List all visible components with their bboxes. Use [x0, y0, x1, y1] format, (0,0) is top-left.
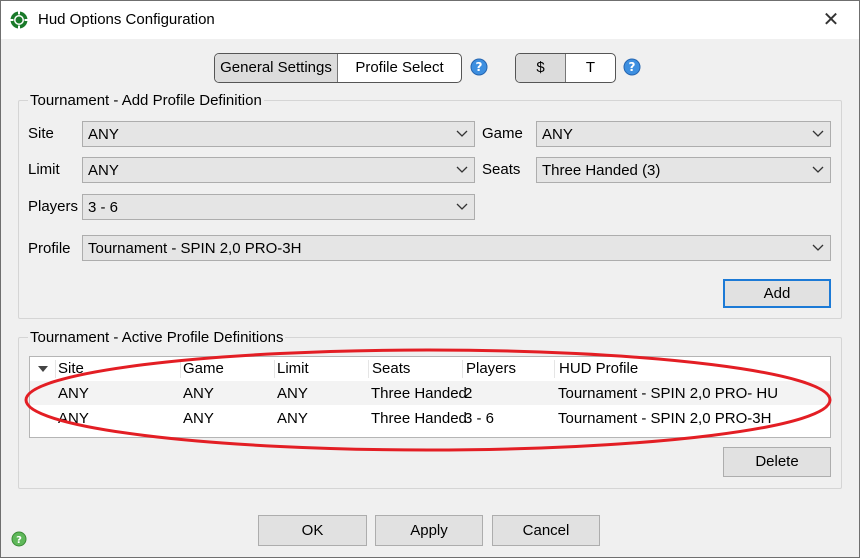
table-row[interactable]: ANY ANY ANY Three Handed 3 - 6 Tournamen…	[30, 406, 830, 430]
cell-limit: ANY	[277, 385, 308, 402]
cell-seats: Three Handed	[371, 410, 467, 427]
chevron-down-icon	[456, 130, 468, 137]
column-header-players[interactable]: Players	[466, 360, 516, 377]
poker-chip-icon	[10, 11, 28, 29]
toggle-t[interactable]: T	[566, 54, 615, 82]
ok-button[interactable]: OK	[258, 515, 367, 546]
column-divider	[368, 360, 369, 378]
chevron-down-icon	[456, 166, 468, 173]
toggle-dollar[interactable]: $	[516, 54, 566, 82]
add-button[interactable]: Add	[723, 279, 831, 308]
column-divider	[462, 360, 463, 378]
chevron-down-icon	[812, 244, 824, 251]
cell-seats: Three Handed	[371, 385, 467, 402]
cancel-button[interactable]: Cancel	[492, 515, 600, 546]
active-profile-group-title: Tournament - Active Profile Definitions	[28, 329, 286, 346]
tab-profile-select[interactable]: Profile Select	[338, 54, 461, 82]
game-select-value: ANY	[542, 126, 573, 143]
apply-button[interactable]: Apply	[375, 515, 483, 546]
currency-toggle: $ T	[515, 53, 616, 83]
close-icon[interactable]: ✕	[811, 5, 851, 35]
profile-select-value: Tournament - SPIN 2,0 PRO-3H	[88, 240, 302, 257]
players-label: Players	[28, 198, 79, 215]
table-row[interactable]: ANY ANY ANY Three Handed 2 Tournament - …	[30, 381, 830, 405]
delete-button[interactable]: Delete	[723, 447, 831, 477]
column-divider	[274, 360, 275, 378]
cell-game: ANY	[183, 385, 214, 402]
cell-limit: ANY	[277, 410, 308, 427]
column-divider	[554, 360, 555, 378]
chevron-down-icon	[456, 203, 468, 210]
profile-select[interactable]: Tournament - SPIN 2,0 PRO-3H	[82, 235, 831, 261]
help-icon[interactable]: ?	[623, 58, 641, 76]
cell-players: 3 - 6	[464, 410, 495, 427]
cell-site: ANY	[58, 410, 89, 427]
settings-tabs: General Settings Profile Select	[214, 53, 462, 83]
profile-label: Profile	[28, 240, 71, 257]
column-header-site[interactable]: Site	[58, 360, 84, 377]
active-profile-table: Site Game Limit Seats Players HUD Profil…	[29, 356, 831, 438]
column-header-limit[interactable]: Limit	[277, 360, 309, 377]
title-bar: Hud Options Configuration ✕	[1, 1, 859, 39]
game-select[interactable]: ANY	[536, 121, 831, 147]
column-header-hud-profile[interactable]: HUD Profile	[559, 360, 638, 377]
limit-select[interactable]: ANY	[82, 157, 475, 183]
site-select-value: ANY	[88, 126, 119, 143]
limit-select-value: ANY	[88, 162, 119, 179]
site-label: Site	[28, 125, 54, 142]
chevron-down-icon	[812, 166, 824, 173]
column-header-game[interactable]: Game	[183, 360, 224, 377]
cell-game: ANY	[183, 410, 214, 427]
column-header-seats[interactable]: Seats	[372, 360, 410, 377]
players-select[interactable]: 3 - 6	[82, 194, 475, 220]
column-divider	[55, 360, 56, 378]
column-divider	[180, 360, 181, 378]
table-header: Site Game Limit Seats Players HUD Profil…	[30, 357, 830, 382]
window-title: Hud Options Configuration	[38, 11, 215, 28]
seats-label: Seats	[482, 161, 521, 178]
help-icon[interactable]: ?	[470, 58, 488, 76]
cell-hud-profile: Tournament - SPIN 2,0 PRO-3H	[558, 410, 772, 427]
hud-options-window: Hud Options Configuration ✕ General Sett…	[0, 0, 860, 558]
svg-text:?: ?	[629, 60, 636, 74]
limit-label: Limit	[28, 161, 60, 178]
cell-hud-profile: Tournament - SPIN 2,0 PRO- HU	[558, 385, 779, 402]
svg-text:?: ?	[16, 535, 22, 546]
chevron-down-icon	[812, 130, 824, 137]
tab-general-settings[interactable]: General Settings	[215, 54, 338, 82]
players-select-value: 3 - 6	[88, 199, 119, 216]
game-label: Game	[482, 125, 523, 142]
svg-text:?: ?	[476, 60, 483, 74]
seats-select[interactable]: Three Handed (3)	[536, 157, 831, 183]
cell-players: 2	[464, 385, 473, 402]
sort-arrow-icon[interactable]	[38, 366, 48, 372]
cell-site: ANY	[58, 385, 89, 402]
site-select[interactable]: ANY	[82, 121, 475, 147]
status-icon: ?	[11, 531, 27, 547]
seats-select-value: Three Handed (3)	[542, 162, 661, 179]
add-profile-group-title: Tournament - Add Profile Definition	[28, 92, 264, 109]
